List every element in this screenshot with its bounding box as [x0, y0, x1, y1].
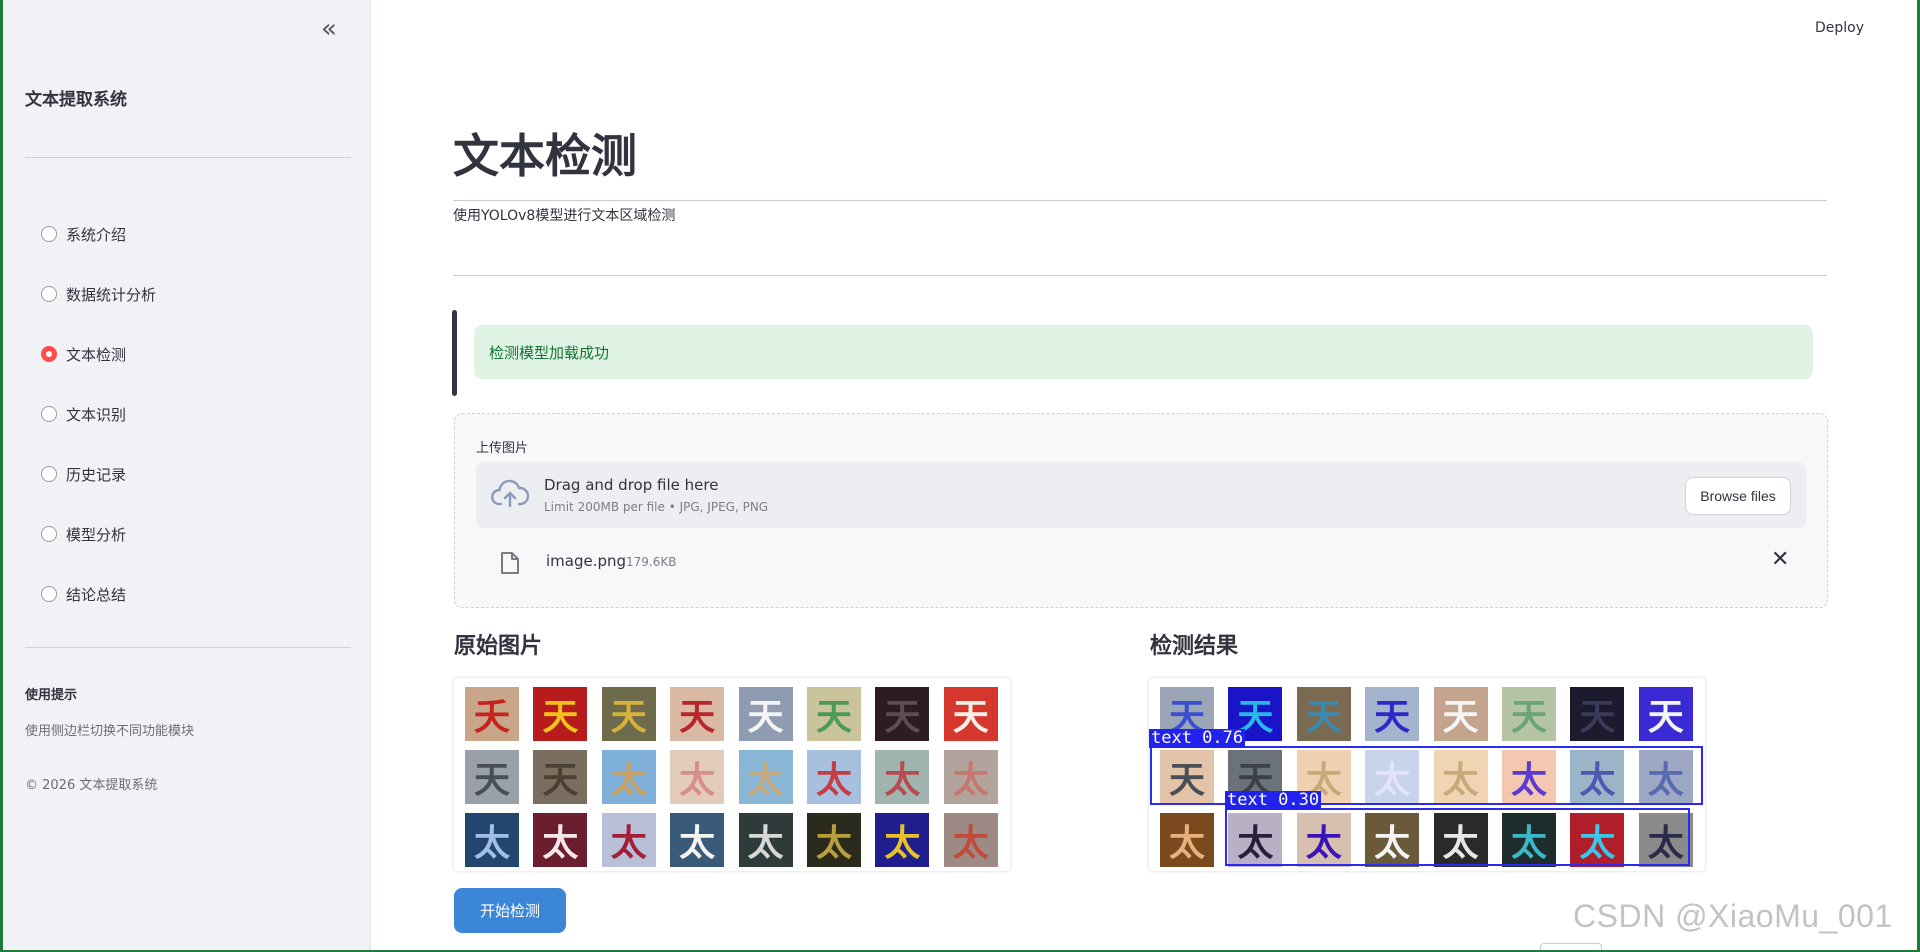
- dropzone-limit-text: Limit 200MB per file • JPG, JPEG, PNG: [544, 500, 769, 514]
- image-tile: 太: [806, 813, 861, 867]
- nav-item-stats[interactable]: 数据统计分析: [41, 264, 156, 324]
- radio-icon: [41, 226, 57, 242]
- image-tile: 天: [533, 687, 588, 741]
- cloud-upload-icon: [491, 479, 529, 508]
- nav-radio-group: 系统介绍 数据统计分析 文本检测 文本识别 历史记录 模型分析 结论总结: [41, 204, 156, 624]
- tips-title: 使用提示: [25, 688, 78, 703]
- image-tile: 天: [806, 687, 861, 741]
- image-tile: 太: [943, 750, 998, 804]
- nav-item-label: 数据统计分析: [66, 285, 157, 304]
- image-tile: 天: [738, 687, 793, 741]
- uploaded-file-size: 179.6KB: [626, 555, 677, 569]
- nav-item-intro[interactable]: 系统介绍: [41, 204, 156, 264]
- image-tile: 天: [1433, 687, 1488, 741]
- sidebar-divider: [25, 647, 351, 648]
- image-tile: 太: [806, 750, 861, 804]
- nav-item-label: 文本检测: [66, 345, 127, 364]
- tips-text: 使用侧边栏切换不同功能模块: [25, 724, 195, 739]
- watermark-text: CSDN @XiaoMu_001: [1573, 898, 1893, 934]
- result-image: 天天天天天天天天天天太太太太太太太太太太太太太太 text 0.76 text …: [1149, 678, 1705, 871]
- nav-item-conclusion[interactable]: 结论总结: [41, 564, 156, 624]
- success-alert-text: 检测模型加载成功: [489, 343, 610, 362]
- bottom-tab-stub: [1540, 943, 1602, 950]
- image-tile: 太: [738, 750, 793, 804]
- browse-files-button[interactable]: Browse files: [1685, 477, 1791, 515]
- nav-item-detection[interactable]: 文本检测: [41, 324, 156, 384]
- page-subtitle: 使用YOLOv8模型进行文本区域检测: [453, 208, 676, 224]
- image-tile: 太: [601, 813, 656, 867]
- radio-icon: [41, 286, 57, 302]
- original-image: 夭天天天天天天天天天太太太太太太太太太太太太太太: [454, 678, 1010, 871]
- image-tile: 太: [670, 750, 725, 804]
- image-tile: 天: [465, 750, 519, 804]
- image-tile: 夭: [465, 687, 519, 741]
- file-uploader: 上传图片 Drag and drop file here Limit 200MB…: [454, 413, 1828, 608]
- radio-icon: [41, 526, 57, 542]
- uploader-label: 上传图片: [476, 441, 529, 456]
- nav-item-label: 模型分析: [66, 525, 127, 544]
- original-image-heading: 原始图片: [454, 634, 543, 659]
- block-accent-bar: [452, 310, 457, 396]
- detection-box: [1225, 808, 1690, 866]
- nav-item-label: 历史记录: [66, 465, 127, 484]
- image-tile: 太: [943, 813, 998, 867]
- nav-item-label: 文本识别: [66, 405, 127, 424]
- image-tile: 天: [1296, 687, 1351, 741]
- uploaded-file-name: image.png: [546, 552, 627, 570]
- detection-label: text 0.30: [1225, 790, 1322, 810]
- image-tile: 天: [670, 687, 725, 741]
- radio-selected-icon: [41, 346, 57, 362]
- image-tile: 天: [1638, 687, 1693, 741]
- image-tile: 天: [943, 687, 998, 741]
- nav-item-recognition[interactable]: 文本识别: [41, 384, 156, 444]
- app-window: « 文本提取系统 系统介绍 数据统计分析 文本检测 文本识别 历史记录 模型分析…: [3, 0, 1917, 950]
- double-chevron-left-icon[interactable]: «: [321, 16, 337, 42]
- dropzone[interactable]: Drag and drop file here Limit 200MB per …: [476, 462, 1806, 528]
- detection-label: text 0.76: [1149, 728, 1246, 748]
- radio-icon: [41, 406, 57, 422]
- page-title: 文本检测: [453, 129, 637, 183]
- image-tile: 天: [1501, 687, 1556, 741]
- image-tile: 太: [533, 813, 588, 867]
- image-tile: 太: [875, 813, 930, 867]
- close-icon[interactable]: ✕: [1771, 545, 1789, 575]
- nav-item-label: 系统介绍: [66, 225, 127, 244]
- original-image-grid: 夭天天天天天天天天天太太太太太太太太太太太太太太: [465, 687, 998, 867]
- image-tile: 太: [875, 750, 930, 804]
- image-tile: 天: [1570, 687, 1625, 741]
- deploy-button[interactable]: Deploy: [1815, 20, 1864, 36]
- divider: [453, 275, 1827, 276]
- image-tile: 天: [533, 750, 588, 804]
- sidebar-title: 文本提取系统: [25, 90, 127, 110]
- image-tile: 太: [670, 813, 725, 867]
- nav-item-model-analysis[interactable]: 模型分析: [41, 504, 156, 564]
- image-tile: 天: [875, 687, 930, 741]
- start-detection-button[interactable]: 开始检测: [454, 888, 566, 933]
- image-tile: 天: [1365, 687, 1420, 741]
- image-tile: 太: [465, 813, 519, 867]
- sidebar-divider: [25, 157, 351, 158]
- nav-item-history[interactable]: 历史记录: [41, 444, 156, 504]
- copyright: © 2026 文本提取系统: [25, 778, 158, 793]
- dropzone-text: Drag and drop file here: [544, 476, 719, 494]
- image-tile: 太: [1160, 813, 1214, 867]
- nav-item-label: 结论总结: [66, 585, 127, 604]
- success-alert: 检测模型加载成功: [474, 325, 1813, 379]
- image-tile: 太: [601, 750, 656, 804]
- radio-icon: [41, 586, 57, 602]
- divider: [453, 200, 1827, 201]
- image-tile: 天: [601, 687, 656, 741]
- result-image-heading: 检测结果: [1150, 634, 1239, 659]
- sidebar: « 文本提取系统 系统介绍 数据统计分析 文本检测 文本识别 历史记录 模型分析…: [3, 0, 371, 950]
- image-tile: 太: [738, 813, 793, 867]
- file-icon: [501, 552, 519, 574]
- radio-icon: [41, 466, 57, 482]
